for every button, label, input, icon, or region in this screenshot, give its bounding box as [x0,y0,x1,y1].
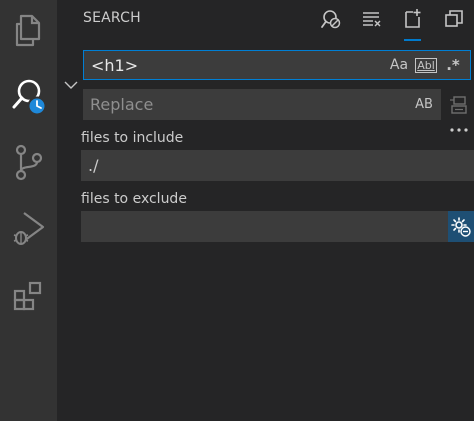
preserve-case-toggle[interactable]: AB [411,94,437,116]
files-to-exclude-label: files to exclude [81,191,187,207]
run-debug-icon [13,212,44,245]
more-actions-button[interactable] [446,121,472,139]
clear-results-icon [320,10,340,29]
collapse-all-button[interactable] [351,4,392,34]
gear-icon [451,216,471,237]
view-as-tree-button[interactable] [433,4,474,34]
search-options: Aa Abl .* [385,51,470,79]
match-case-toggle[interactable]: Aa [386,54,412,76]
replace-options: AB [410,89,441,120]
toggle-replace-button[interactable] [60,74,82,96]
new-search-editor-button[interactable] [392,4,433,41]
files-to-include-box [81,150,474,181]
whole-word-toggle[interactable]: Abl [413,54,439,76]
window-icon [444,10,463,27]
activity-run-debug[interactable] [0,198,57,258]
search-input-box: Aa Abl .* [83,50,471,80]
sidebar-title-actions [310,4,474,41]
replace-all-icon [450,96,467,114]
collapse-all-icon [362,12,380,27]
files-to-include-label: files to include [81,130,184,146]
use-exclude-settings-toggle[interactable] [448,211,474,242]
replace-input-box: AB [83,89,441,120]
activity-bar [0,0,57,421]
source-control-icon [15,144,42,181]
search-input[interactable] [84,51,385,79]
activity-extensions[interactable] [0,266,57,326]
files-to-exclude-box [81,211,474,242]
search-icon [12,79,46,116]
whole-word-label: Abl [415,57,437,73]
new-file-icon [404,9,420,28]
replace-input[interactable] [83,89,410,120]
activity-explorer[interactable] [0,0,57,60]
files-to-exclude-input[interactable] [81,211,448,242]
activity-search[interactable] [0,66,57,126]
ellipsis-icon [450,128,468,132]
files-icon [15,14,40,47]
chevron-down-icon [64,81,78,89]
extensions-icon [13,281,41,311]
regex-toggle[interactable]: .* [440,54,466,76]
files-to-include-input[interactable] [81,150,474,181]
sidebar-title: SEARCH [83,10,141,26]
search-sidebar: SEARCH <h1> Aa Abl .* Replace AB files t… [57,0,474,421]
vscode-window: SEARCH <h1> Aa Abl .* Replace AB files t… [0,0,474,421]
activity-source-control[interactable] [0,132,57,192]
replace-all-button[interactable] [446,93,472,117]
clear-results-button[interactable] [310,4,351,34]
